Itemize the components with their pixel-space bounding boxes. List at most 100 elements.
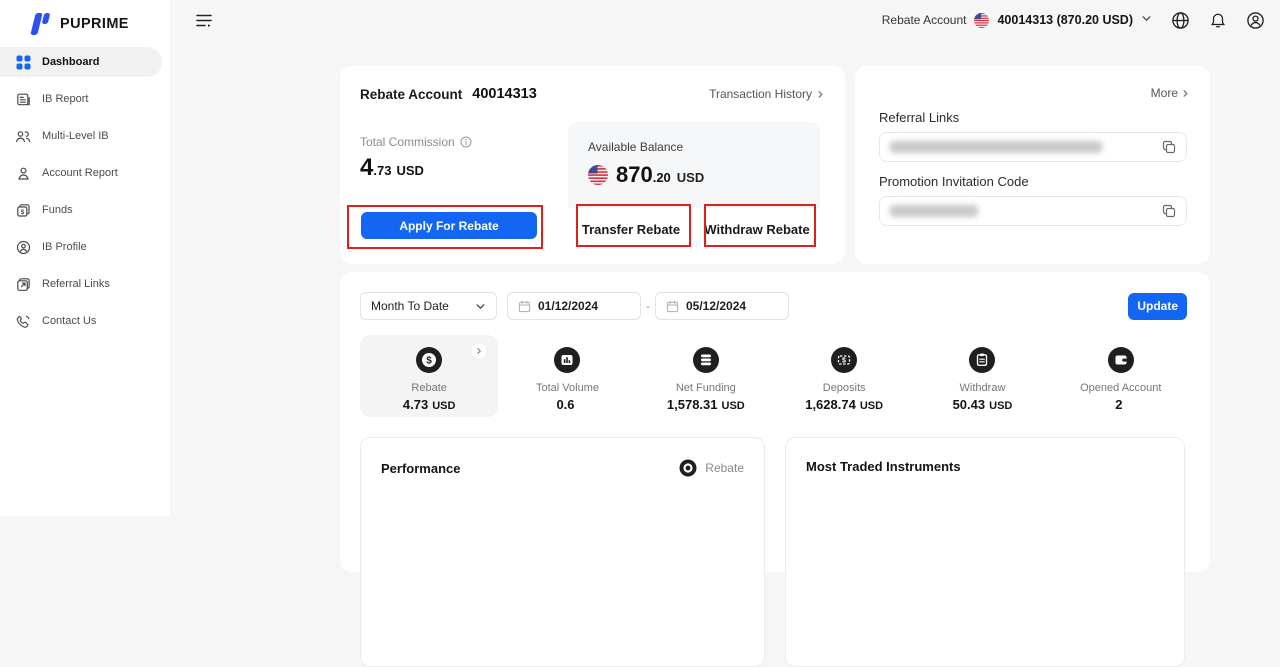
us-flag-icon: [588, 165, 608, 185]
chevron-down-icon: [1141, 11, 1152, 29]
available-balance-label: Available Balance: [588, 140, 683, 154]
bar-chart-icon: [553, 346, 581, 374]
total-commission-value: 4.73USD: [360, 154, 424, 182]
date-from-input[interactable]: 01/12/2024: [507, 292, 641, 320]
referral-links-card: More Referral Links Promotion Invitation…: [855, 66, 1210, 264]
available-balance-box: Available Balance 870.20USD Transfer Reb…: [568, 122, 820, 250]
sidebar-item-ib-profile[interactable]: IB Profile: [0, 232, 162, 262]
account-selector-label: Rebate Account: [882, 13, 967, 27]
more-link[interactable]: More: [1151, 86, 1190, 100]
transfer-rebate-button[interactable]: Transfer Rebate: [568, 208, 694, 250]
performance-title: Performance: [381, 461, 460, 476]
info-icon: [460, 136, 472, 148]
chevron-right-icon: [471, 343, 487, 359]
total-commission-label: Total Commission: [360, 135, 472, 149]
referral-links-label: Referral Links: [879, 110, 959, 125]
sidebar: PUPRIME Dashboard IB Report Multi-Level …: [0, 0, 170, 516]
report-document-icon: [15, 91, 31, 107]
link-icon: [15, 276, 31, 292]
topbar-actions: Rebate Account 40014313 (870.20 USD): [882, 11, 1280, 30]
performance-panel-header: Performance Rebate: [361, 438, 764, 477]
svg-text:$: $: [20, 208, 24, 215]
balance-actions: Transfer Rebate Withdraw Rebate: [568, 208, 820, 250]
update-button[interactable]: Update: [1128, 293, 1187, 320]
stats-row: $ Rebate 4.73USD Total Volume 0.6 Net Fu…: [360, 335, 1190, 417]
sidebar-item-multi-level-ib[interactable]: Multi-Level IB: [0, 121, 162, 151]
sidebar-item-label: Account Report: [42, 167, 118, 179]
banknote-icon: $: [830, 346, 858, 374]
sidebar-item-label: IB Report: [42, 93, 88, 105]
sidebar-item-ib-report[interactable]: IB Report: [0, 84, 162, 114]
rebate-account-number: 40014313: [472, 86, 537, 102]
profile-circle-icon: [15, 239, 31, 255]
funds-icon: $: [15, 202, 31, 218]
rebate-card-header: Rebate Account 40014313 Transaction Hist…: [360, 86, 825, 102]
sidebar-item-contact-us[interactable]: Contact Us: [0, 306, 162, 336]
performance-panel: Performance Rebate: [360, 437, 765, 667]
apply-for-rebate-button[interactable]: Apply For Rebate: [361, 212, 537, 239]
sidebar-item-referral-links[interactable]: Referral Links: [0, 269, 162, 299]
calendar-icon: [666, 300, 679, 313]
us-flag-icon: [974, 13, 989, 28]
sidebar-item-label: Multi-Level IB: [42, 130, 109, 142]
brand-logo-icon: [28, 11, 52, 37]
copy-icon[interactable]: [1162, 204, 1176, 218]
copy-icon[interactable]: [1162, 140, 1176, 154]
statistics-card: Month To Date 01/12/2024 - 05/12/2024 Up…: [340, 272, 1210, 572]
collapse-menu-icon[interactable]: [195, 12, 213, 29]
available-balance-value: 870.20USD: [588, 162, 704, 188]
sidebar-item-label: Funds: [42, 204, 73, 216]
period-select[interactable]: Month To Date: [360, 292, 497, 320]
sidebar-item-label: Contact Us: [42, 315, 96, 327]
legend-dot-icon: [679, 459, 697, 477]
rebate-dollar-icon: $: [415, 346, 443, 374]
instruments-panel-header: Most Traded Instruments: [786, 438, 1184, 474]
sidebar-item-dashboard[interactable]: Dashboard: [0, 47, 162, 77]
promotion-code-label: Promotion Invitation Code: [879, 174, 1029, 189]
phone-icon: [15, 313, 31, 329]
sidebar-item-funds[interactable]: $ Funds: [0, 195, 162, 225]
date-to-input[interactable]: 05/12/2024: [655, 292, 789, 320]
dashboard-grid-icon: [15, 54, 31, 70]
stat-tile-deposits[interactable]: $ Deposits 1,628.74USD: [775, 335, 913, 417]
redacted-referral-link: [890, 141, 1102, 153]
transaction-history-link[interactable]: Transaction History: [709, 87, 825, 101]
sidebar-item-account-report[interactable]: Account Report: [0, 158, 162, 188]
sidebar-item-label: IB Profile: [42, 241, 87, 253]
wallet-icon: [1107, 346, 1135, 374]
instruments-title: Most Traded Instruments: [806, 459, 961, 474]
brand-name: PUPRIME: [60, 16, 129, 32]
chevron-right-icon: [1181, 89, 1190, 98]
calendar-icon: [518, 300, 531, 313]
performance-legend: Rebate: [679, 459, 744, 477]
svg-text:$: $: [842, 358, 846, 365]
stat-tile-rebate[interactable]: $ Rebate 4.73USD: [360, 335, 498, 417]
stat-tile-net-funding[interactable]: Net Funding 1,578.31USD: [637, 335, 775, 417]
account-selector[interactable]: Rebate Account 40014313 (870.20 USD): [882, 11, 1152, 29]
referral-link-field[interactable]: [879, 132, 1187, 162]
stat-tile-total-volume[interactable]: Total Volume 0.6: [498, 335, 636, 417]
withdraw-rebate-button[interactable]: Withdraw Rebate: [694, 208, 820, 250]
sidebar-item-label: Dashboard: [42, 56, 99, 68]
chevron-down-icon: [475, 301, 486, 312]
sidebar-nav: Dashboard IB Report Multi-Level IB Accou…: [0, 47, 170, 336]
account-selector-value: 40014313 (870.20 USD): [997, 13, 1133, 27]
topbar: Rebate Account 40014313 (870.20 USD): [170, 0, 1280, 40]
stat-tile-withdraw[interactable]: Withdraw 50.43USD: [913, 335, 1051, 417]
user-avatar-icon[interactable]: [1246, 11, 1265, 30]
filter-row: Month To Date 01/12/2024 - 05/12/2024 Up…: [360, 292, 1187, 320]
svg-text:$: $: [426, 356, 432, 367]
redacted-promotion-code: [890, 205, 978, 217]
brand-logo: PUPRIME: [0, 0, 170, 38]
promotion-code-field[interactable]: [879, 196, 1187, 226]
person-icon: [15, 165, 31, 181]
most-traded-instruments-panel: Most Traded Instruments: [785, 437, 1185, 667]
rebate-account-title: Rebate Account: [360, 87, 462, 102]
globe-icon[interactable]: [1171, 11, 1190, 30]
clipboard-icon: [968, 346, 996, 374]
stat-tile-opened-account[interactable]: Opened Account 2: [1052, 335, 1190, 417]
sidebar-item-label: Referral Links: [42, 278, 110, 290]
bell-icon[interactable]: [1209, 11, 1227, 30]
coins-icon: [692, 346, 720, 374]
rebate-account-card: Rebate Account 40014313 Transaction Hist…: [340, 66, 845, 264]
